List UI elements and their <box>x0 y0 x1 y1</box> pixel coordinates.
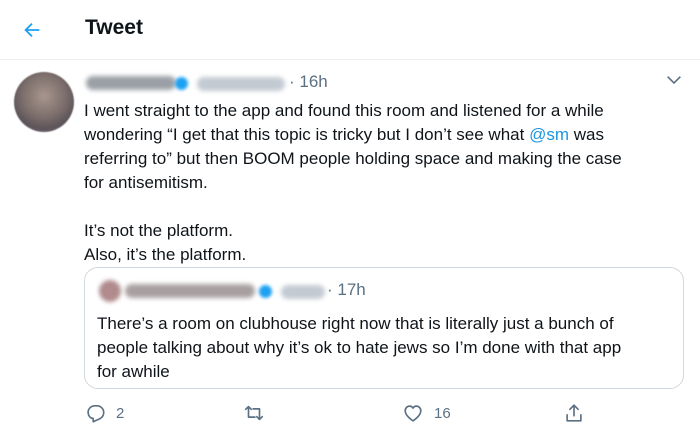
tweet-line: for antisemitism. <box>84 173 208 192</box>
author-name[interactable] <box>86 76 176 90</box>
avatar[interactable] <box>14 72 74 132</box>
back-button[interactable] <box>14 12 50 48</box>
tweet-line-part: wondering “I get that this topic is tric… <box>84 125 530 144</box>
more-options-button[interactable] <box>664 70 684 90</box>
like-button[interactable]: 16 <box>402 398 451 428</box>
reply-button[interactable]: 2 <box>84 398 124 428</box>
back-arrow-icon <box>24 22 40 38</box>
quote-line: for awhile <box>97 362 170 381</box>
quoted-avatar <box>99 280 121 302</box>
page-title: Tweet <box>85 16 143 39</box>
chevron-down-icon <box>667 76 681 85</box>
tweet-text: I went straight to the app and found thi… <box>84 99 684 267</box>
quoted-verified-badge-icon <box>259 285 272 298</box>
tweet-line: referring to” but then BOOM people holdi… <box>84 149 622 168</box>
tweet-line: It’s not the platform. <box>84 221 233 240</box>
tweet-line: I went straight to the app and found thi… <box>84 101 604 120</box>
tweet-line: Also, it’s the platform. <box>84 245 247 264</box>
tweet-timestamp[interactable]: · 16h <box>289 72 328 92</box>
quoted-author-handle <box>281 285 325 299</box>
retweet-icon <box>244 405 264 421</box>
mention-link[interactable]: @sm <box>529 125 569 144</box>
tweet-line: wondering “I get that this topic is tric… <box>84 123 684 147</box>
reply-count: 2 <box>116 404 125 422</box>
quote-line: people talking about why it’s ok to hate… <box>97 338 622 357</box>
quoted-timestamp: · 17h <box>327 280 366 299</box>
like-icon <box>404 405 422 422</box>
author-handle[interactable] <box>197 77 285 91</box>
action-bar: 2 16 <box>84 398 684 428</box>
quote-line: There’s a room on clubhouse right now th… <box>97 314 614 333</box>
share-button[interactable] <box>563 398 585 428</box>
quoted-text: There’s a room on clubhouse right now th… <box>97 312 682 384</box>
verified-badge-icon <box>175 77 188 90</box>
tweet-line-part: was <box>568 125 604 144</box>
quoted-tweet[interactable]: · 17h There’s a room on clubhouse right … <box>84 267 684 389</box>
like-count: 16 <box>434 404 451 422</box>
retweet-button[interactable] <box>243 398 265 428</box>
share-icon <box>566 404 582 422</box>
reply-icon <box>87 405 105 423</box>
header: Tweet <box>0 0 700 60</box>
quoted-author-name <box>125 284 255 298</box>
